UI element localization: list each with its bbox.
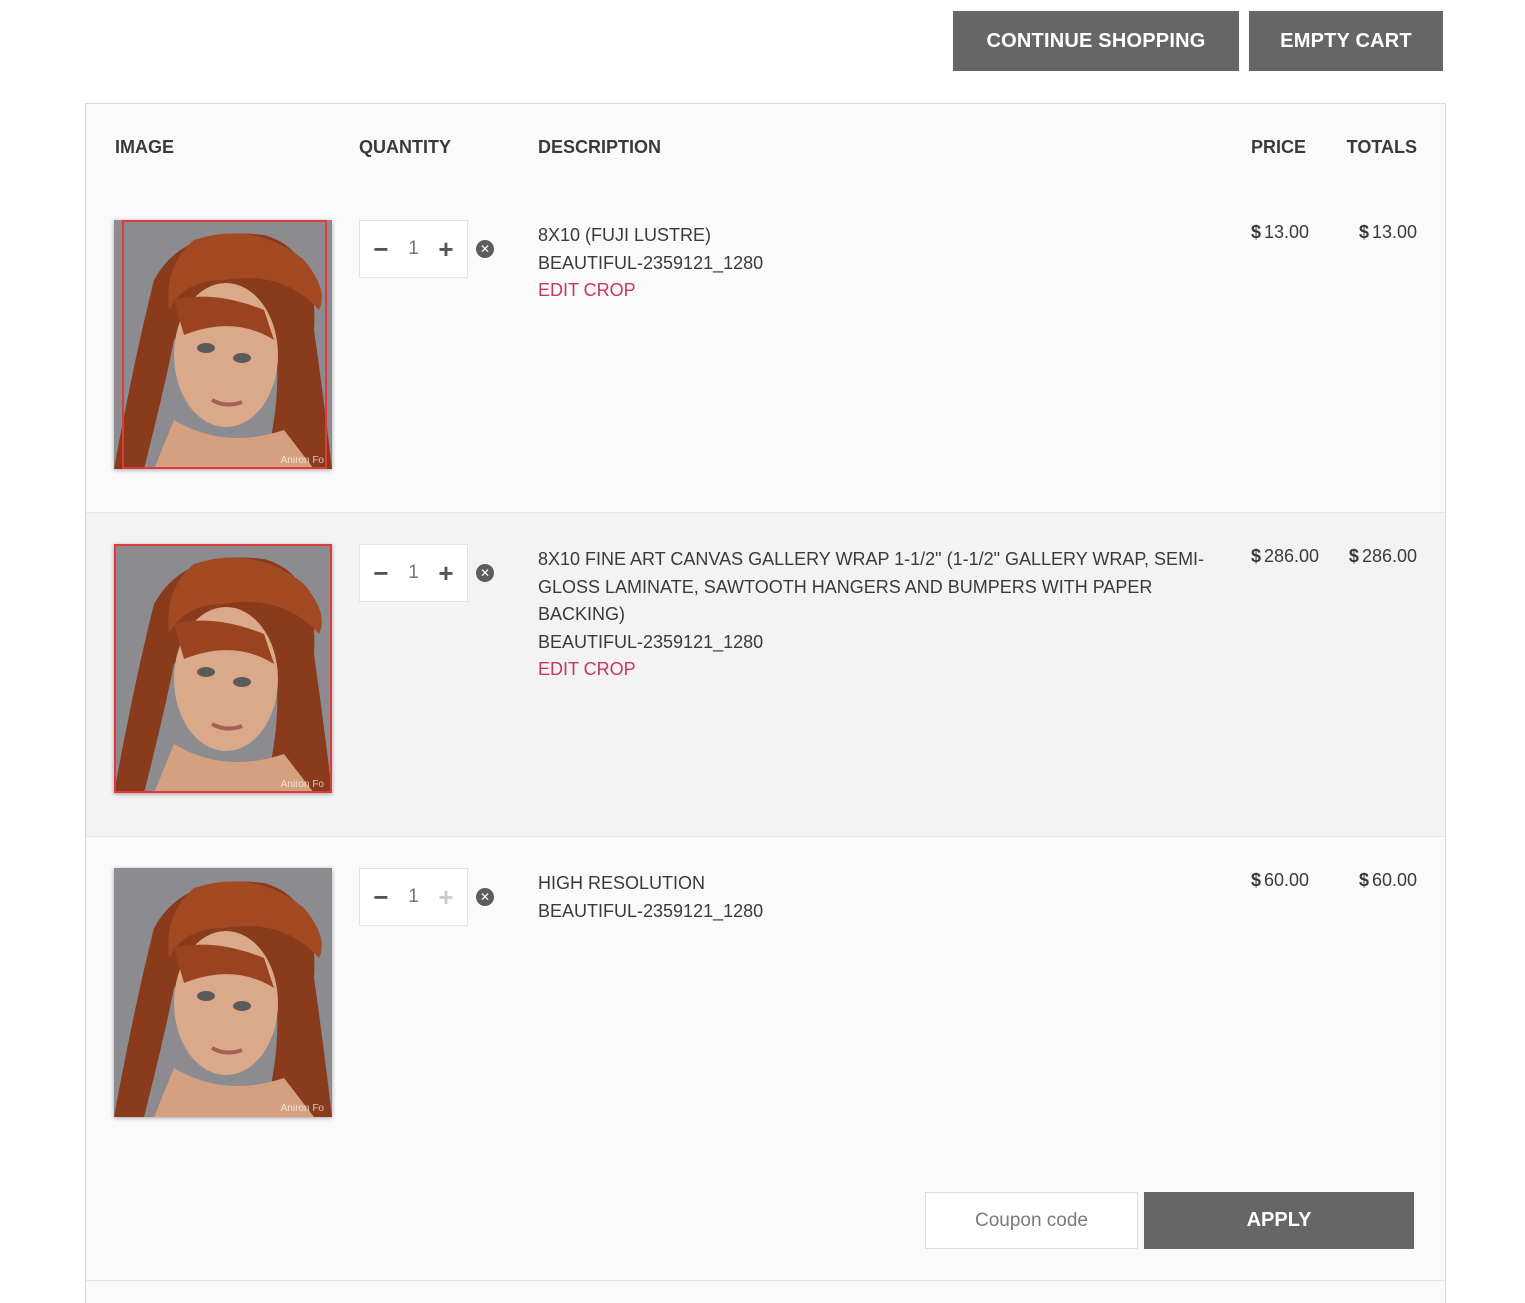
total-value: 286.00	[1361, 546, 1417, 566]
minus-icon[interactable]: −	[370, 560, 392, 586]
item-total: $286.00	[1349, 546, 1417, 567]
product-thumbnail[interactable]: Aniron Fo	[114, 544, 332, 793]
price-value: 286.00	[1264, 546, 1320, 566]
total-value: 60.00	[1371, 870, 1417, 890]
coupon-code-input[interactable]	[925, 1192, 1138, 1249]
file-name: BEAUTIFUL-2359121_1280	[538, 252, 764, 273]
item-price: $286.00	[1251, 546, 1319, 567]
currency-symbol: $	[1251, 222, 1262, 242]
quantity-value[interactable]: 1	[408, 886, 419, 908]
watermark-text: Aniron Fo	[280, 455, 324, 466]
item-total: $60.00	[1359, 870, 1417, 891]
edit-crop-link[interactable]: EDIT CROP	[538, 277, 1208, 305]
currency-symbol: $	[1358, 222, 1369, 242]
product-thumbnail[interactable]: Aniron Fo	[114, 220, 332, 469]
product-name: 8X10 FINE ART CANVAS GALLERY WRAP 1-1/2"…	[538, 549, 1205, 624]
close-circle-icon[interactable]: ✕	[476, 564, 494, 582]
quantity-value[interactable]: 1	[408, 562, 419, 584]
header-quantity: QUANTITY	[359, 137, 451, 157]
currency-symbol: $	[1358, 870, 1369, 890]
quantity-stepper: − 1 +	[359, 544, 468, 602]
plus-icon[interactable]: +	[435, 884, 457, 910]
product-name: HIGH RESOLUTION	[538, 873, 706, 893]
currency-symbol: $	[1251, 546, 1262, 566]
price-value: 60.00	[1264, 870, 1310, 890]
item-price: $60.00	[1251, 870, 1309, 891]
continue-shopping-button[interactable]: CONTINUE SHOPPING	[953, 11, 1239, 71]
quantity-stepper: − 1 +	[359, 220, 468, 278]
currency-symbol: $	[1251, 870, 1262, 890]
product-name: 8X10 (FUJI LUSTRE)	[538, 225, 712, 245]
quantity-stepper: − 1 +	[359, 868, 468, 926]
watermark-text: Aniron Fo	[280, 1103, 324, 1114]
minus-icon[interactable]: −	[370, 884, 392, 910]
file-name: BEAUTIFUL-2359121_1280	[538, 631, 764, 652]
empty-cart-button[interactable]: EMPTY CART	[1249, 11, 1443, 71]
cart-row: Aniron Fo − 1 + ✕ 8X10 (FUJI LUSTRE) BEA…	[86, 189, 1445, 513]
watermark-text: Aniron Fo	[280, 779, 324, 790]
item-price: $13.00	[1251, 222, 1309, 243]
minus-icon[interactable]: −	[370, 236, 392, 262]
edit-crop-link[interactable]: EDIT CROP	[538, 656, 1208, 684]
header-description: DESCRIPTION	[538, 137, 662, 157]
cart-row: Aniron Fo − 1 + ✕ 8X10 FINE ART CANVAS G…	[86, 513, 1445, 837]
header-totals: TOTALS	[1346, 137, 1417, 157]
plus-icon[interactable]: +	[435, 560, 457, 586]
file-name: BEAUTIFUL-2359121_1280	[538, 900, 764, 921]
product-thumbnail[interactable]: Aniron Fo	[114, 868, 332, 1117]
portrait-image	[114, 544, 332, 793]
plus-icon[interactable]: +	[435, 236, 457, 262]
header-image: IMAGE	[115, 137, 175, 157]
total-value: 13.00	[1371, 222, 1417, 242]
item-description: 8X10 FINE ART CANVAS GALLERY WRAP 1-1/2"…	[538, 546, 1208, 684]
item-description: 8X10 (FUJI LUSTRE) BEAUTIFUL-2359121_128…	[538, 222, 1208, 305]
cart-row: Aniron Fo − 1 + ✕ HIGH RESOLUTION BEAUTI…	[86, 837, 1445, 1281]
quantity-value[interactable]: 1	[408, 238, 419, 260]
portrait-image	[114, 868, 332, 1117]
close-circle-icon[interactable]: ✕	[476, 240, 494, 258]
item-description: HIGH RESOLUTION BEAUTIFUL-2359121_1280	[538, 870, 1208, 925]
header-price: PRICE	[1251, 137, 1307, 157]
item-total: $13.00	[1359, 222, 1417, 243]
portrait-image	[114, 220, 332, 469]
price-value: 13.00	[1264, 222, 1310, 242]
cart-table: IMAGE QUANTITY DESCRIPTION PRICE TOTALS …	[85, 103, 1446, 1303]
currency-symbol: $	[1348, 546, 1359, 566]
apply-coupon-button[interactable]: APPLY	[1144, 1192, 1414, 1249]
close-circle-icon[interactable]: ✕	[476, 888, 494, 906]
